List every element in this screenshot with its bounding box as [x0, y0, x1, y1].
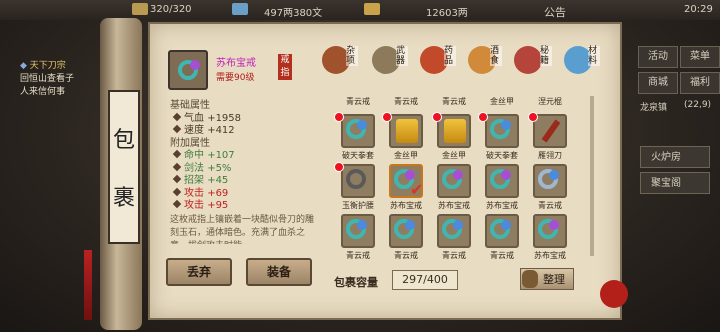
location-coords: (22,9)	[684, 100, 712, 110]
extra-stat-row: 攻击 +69	[170, 187, 320, 201]
category-food[interactable]: 酒食	[490, 46, 502, 66]
stamina-value: 320/320	[150, 4, 192, 15]
inventory-slot[interactable]	[437, 114, 471, 148]
gem-icon	[549, 170, 559, 180]
activity-button[interactable]: 活动	[638, 46, 678, 68]
gem-icon	[501, 170, 511, 180]
inventory-slot[interactable]	[389, 114, 423, 148]
new-item-dot	[528, 112, 538, 122]
capacity-value: 297/400	[392, 270, 458, 290]
capacity-label: 包裹容量	[334, 276, 378, 289]
inventory-slot[interactable]	[485, 114, 519, 148]
inventory-slot[interactable]	[533, 114, 567, 148]
inventory-slot[interactable]	[533, 214, 567, 248]
item-type-tag: 戒指	[278, 54, 292, 80]
gem-icon	[549, 220, 559, 230]
slot-label: 青云戒	[538, 201, 562, 210]
gem-icon	[453, 220, 463, 230]
extra-stat-row: 招架 +45	[170, 174, 320, 188]
extra-stat-row: 剑法 +5%	[170, 162, 320, 176]
gem-icon	[405, 220, 415, 230]
top-status-bar	[0, 0, 720, 20]
belt-icon	[346, 169, 366, 189]
gem-icon	[190, 60, 200, 70]
item-level-requirement: 需要90级	[216, 73, 255, 83]
gem-icon	[501, 220, 511, 230]
inventory-slot[interactable]	[389, 214, 423, 248]
armor-icon	[444, 119, 466, 143]
menu-button[interactable]: 菜单	[680, 46, 720, 68]
category-medicine[interactable]: 药品	[444, 46, 456, 66]
gold-value: 12603两	[426, 8, 468, 19]
extra-stat-row: 命中 +107	[170, 149, 320, 163]
slot-label: 涅元棍	[538, 97, 562, 106]
base-stats-header: 基础属性	[170, 100, 210, 111]
item-name: 苏布宝戒	[216, 58, 256, 69]
treasure-pavilion-button[interactable]: 聚宝阁	[640, 172, 710, 194]
furnace-room-button[interactable]: 火炉房	[640, 146, 710, 168]
scroll-title-plate: 包 裹	[108, 90, 140, 244]
new-item-dot	[432, 112, 442, 122]
gem-icon	[357, 120, 367, 130]
inventory-slot[interactable]	[341, 164, 375, 198]
equip-button[interactable]: 装备	[246, 258, 312, 286]
blade-icon	[541, 119, 561, 143]
gem-icon	[453, 170, 463, 180]
quest-title: 天下刀宗	[29, 61, 66, 71]
item-description: 这枚戒指上镶嵌着一块酷似骨刀的雕刻玉石，通体暗色。充满了血杀之意，拔剑攻击时能	[170, 215, 315, 244]
quest-line-2: 人来信何事	[20, 87, 66, 97]
gem-icon	[405, 170, 415, 180]
item-stats: 基础属性 气血 +1958 速度 +412 附加属性 命中 +107 剑法 +5…	[170, 100, 320, 213]
extra-stats-header: 附加属性	[170, 137, 210, 149]
scroll-title-char-2: 裹	[112, 186, 135, 211]
new-item-dot	[382, 112, 392, 122]
bag-icon	[522, 270, 538, 288]
new-item-dot	[334, 112, 344, 122]
inventory-slot[interactable]	[341, 214, 375, 248]
quest-tracker[interactable]: ◆ 天下刀宗 回恒山查看子 人来信何事	[20, 60, 106, 99]
shop-button[interactable]: 商城	[638, 72, 678, 94]
category-material[interactable]: 材料	[588, 46, 600, 66]
close-seal-icon[interactable]	[600, 280, 628, 308]
manual-category-icon[interactable]	[514, 46, 542, 74]
inventory-slot[interactable]	[341, 114, 375, 148]
inventory-slot[interactable]	[437, 214, 471, 248]
gem-icon	[357, 220, 367, 230]
welfare-button[interactable]: 福利	[680, 72, 720, 94]
location-name: 龙泉镇	[640, 103, 668, 113]
grid-scrollbar[interactable]	[590, 96, 594, 256]
clock: 20:29	[684, 4, 713, 15]
inventory-slot[interactable]	[485, 164, 519, 198]
extra-stat-row: 攻击 +95	[170, 199, 320, 213]
base-stat-row: 速度 +412	[170, 124, 320, 138]
gem-icon	[501, 120, 511, 130]
inventory-slot[interactable]	[437, 164, 471, 198]
selected-item-icon	[168, 50, 208, 90]
scroll-title-char-1: 包	[112, 128, 135, 153]
notice-button[interactable]: 公告	[544, 4, 566, 20]
discard-button[interactable]: 丢弃	[166, 258, 232, 286]
category-weapon[interactable]: 武器	[396, 46, 408, 66]
armor-icon	[396, 119, 418, 143]
new-item-dot	[478, 112, 488, 122]
silver-value: 497两380文	[264, 8, 323, 19]
category-manual[interactable]: 秘籍	[540, 46, 552, 66]
silver-icon	[232, 3, 248, 15]
base-stat-row: 气血 +1958	[170, 112, 320, 126]
inventory-slot[interactable]	[533, 164, 567, 198]
stamina-icon	[132, 3, 148, 15]
scroll-tassel	[84, 250, 92, 320]
slot-label: 苏布宝戒	[534, 251, 566, 260]
inventory-slot[interactable]	[485, 214, 519, 248]
category-misc[interactable]: 杂项	[346, 46, 358, 66]
selected-check-icon: ✔	[410, 180, 424, 199]
new-item-dot	[334, 162, 344, 172]
quest-line-1: 回恒山查看子	[20, 74, 75, 84]
gold-icon	[364, 3, 380, 15]
slot-label: 雁翎刀	[538, 151, 562, 160]
